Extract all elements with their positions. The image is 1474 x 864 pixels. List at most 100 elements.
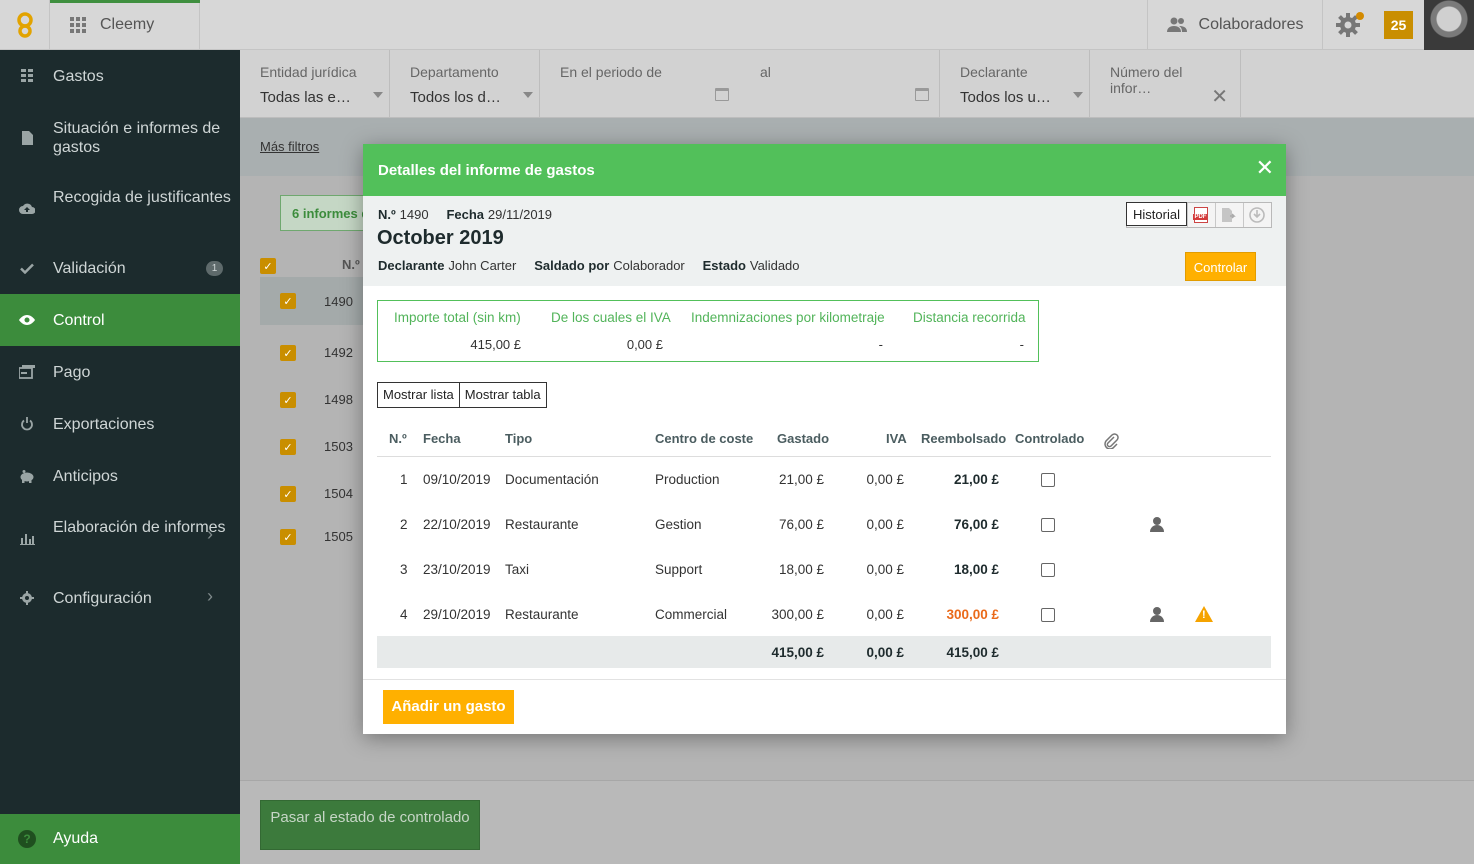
filter-label: En el periodo de: [560, 64, 662, 80]
filter-declarant[interactable]: Declarante Todos los u…: [940, 50, 1090, 117]
document-icon: [17, 128, 37, 148]
sidebar-item-recogida[interactable]: Recogida de justificantes: [0, 172, 240, 242]
expense-cost-center: Commercial: [655, 607, 728, 622]
row-checkbox[interactable]: ✓: [280, 345, 296, 361]
person-icon[interactable]: [1150, 517, 1164, 532]
filter-entity[interactable]: Entidad jurídica Todas las e…: [240, 50, 390, 117]
show-list-button[interactable]: Mostrar lista: [377, 382, 460, 408]
row-checkbox[interactable]: ✓: [280, 439, 296, 455]
calendar-icon[interactable]: [715, 88, 729, 101]
select-all-checkbox[interactable]: ✓: [260, 258, 276, 274]
dropdown-caret-icon: [1073, 92, 1083, 98]
gear-icon: [17, 588, 37, 608]
filter-period[interactable]: En el periodo de al: [540, 50, 940, 117]
export-button[interactable]: [1214, 203, 1243, 227]
pdf-download-button[interactable]: [1186, 203, 1215, 227]
sidebar-item-label: Configuración: [53, 590, 152, 607]
add-expense-button[interactable]: Añadir un gasto: [383, 690, 514, 724]
cleemy-logo-icon: [16, 12, 33, 38]
report-details-row: Declarante John Carter Saldado por Colab…: [378, 257, 814, 273]
bar-chart-icon: [17, 528, 37, 548]
sidebar-item-validacion[interactable]: Validación 1: [0, 242, 240, 294]
users-icon: [1166, 17, 1187, 32]
controlled-checkbox[interactable]: [1041, 608, 1055, 622]
notification-count-badge[interactable]: 25: [1384, 11, 1413, 39]
column-header-vat: IVA: [886, 431, 907, 446]
expense-vat: 0,00 £: [866, 607, 904, 622]
app-switcher[interactable]: Cleemy: [50, 0, 200, 50]
expense-spent: 21,00 £: [778, 472, 824, 487]
controlled-checkbox[interactable]: [1041, 518, 1055, 532]
sidebar-item-label: Control: [53, 312, 105, 329]
report-number-label: N.º: [378, 207, 396, 222]
sidebar-item-gastos[interactable]: Gastos: [0, 50, 240, 102]
mileage-label: Indemnizaciones por kilometraje: [691, 310, 885, 325]
history-button[interactable]: Historial: [1126, 202, 1187, 226]
clear-icon[interactable]: ✕: [1211, 84, 1228, 109]
calendar-icon[interactable]: [915, 88, 929, 101]
app-name: Cleemy: [100, 16, 155, 33]
expense-date: 09/10/2019: [423, 472, 491, 487]
mileage-column: Indemnizaciones por kilometraje -: [677, 301, 886, 361]
avatar[interactable]: [1424, 0, 1474, 50]
sidebar-item-label: Validación: [53, 260, 126, 277]
sidebar-item-label: Recogida de justificantes: [53, 189, 231, 206]
total-amount-column: Importe total (sin km) 415,00 £: [378, 301, 534, 361]
show-table-button[interactable]: Mostrar tabla: [459, 382, 547, 408]
column-header-reimbursed: Reembolsado: [921, 431, 1007, 446]
expense-type: Taxi: [505, 562, 530, 577]
download-button[interactable]: [1242, 203, 1271, 227]
controlled-checkbox[interactable]: [1041, 563, 1055, 577]
sidebar-item-label: Anticipos: [53, 468, 118, 485]
control-button[interactable]: Controlar: [1185, 252, 1256, 281]
filter-label: Declarante: [960, 64, 1028, 80]
row-checkbox[interactable]: ✓: [280, 486, 296, 502]
expense-type: Restaurante: [505, 517, 579, 532]
report-date: 29/11/2019: [487, 207, 553, 222]
expense-vat: 0,00 £: [866, 472, 904, 487]
mark-controlled-button[interactable]: Pasar al estado de controlado: [260, 800, 480, 850]
filter-label: Entidad jurídica: [260, 64, 357, 80]
sidebar-item-configuracion[interactable]: Configuración ›: [0, 572, 240, 624]
sidebar-item-elaboracion[interactable]: Elaboración de informes ›: [0, 502, 240, 572]
sidebar-item-label: Gastos: [53, 68, 104, 85]
grid-icon: [17, 66, 37, 86]
expense-reimbursed: 21,00 £: [953, 472, 999, 487]
help-button[interactable]: ? Ayuda: [0, 814, 240, 864]
collaborators-button[interactable]: Colaboradores: [1147, 0, 1323, 50]
more-filters-link[interactable]: Más filtros: [260, 139, 319, 154]
column-header-spent: Gastado: [777, 431, 830, 446]
expense-number: 2: [400, 517, 408, 532]
sidebar-item-anticipos[interactable]: Anticipos: [0, 450, 240, 502]
report-number: 1498: [324, 392, 353, 407]
modal-title: Detalles del informe de gastos: [378, 162, 595, 179]
close-icon[interactable]: ✕: [1256, 157, 1274, 179]
person-icon[interactable]: [1150, 607, 1164, 622]
sidebar-item-exportaciones[interactable]: Exportaciones: [0, 398, 240, 450]
settled-label: Saldado por: [534, 258, 610, 273]
filter-department[interactable]: Departamento Todos los d…: [390, 50, 540, 117]
modal-footer-divider: [363, 679, 1286, 680]
row-checkbox[interactable]: ✓: [280, 392, 296, 408]
expense-reimbursed: 300,00 £: [946, 607, 999, 622]
apps-grid-icon: [70, 17, 86, 33]
total-vat: 0,00 £: [866, 645, 904, 660]
settings-button[interactable]: [1323, 0, 1373, 50]
filter-report-number[interactable]: Número del infor… ✕: [1090, 50, 1241, 117]
total-reimbursed: 415,00 £: [946, 645, 999, 660]
row-checkbox[interactable]: ✓: [280, 293, 296, 309]
column-header-number: N.º: [389, 431, 407, 446]
validation-count-badge: 1: [206, 261, 223, 276]
app-logo[interactable]: [0, 0, 50, 50]
declarant-value: John Carter: [448, 258, 517, 273]
warning-icon[interactable]: !: [1195, 606, 1213, 622]
sidebar-item-situacion[interactable]: Situación e informes de gastos: [0, 102, 240, 172]
report-number: 1492: [324, 345, 353, 360]
sidebar-item-pago[interactable]: Pago: [0, 346, 240, 398]
row-checkbox[interactable]: ✓: [280, 529, 296, 545]
controlled-checkbox[interactable]: [1041, 473, 1055, 487]
dropdown-caret-icon: [523, 92, 533, 98]
sidebar-item-control[interactable]: Control: [0, 294, 240, 346]
settings-notification-dot: [1356, 12, 1364, 20]
power-icon: [17, 414, 37, 434]
